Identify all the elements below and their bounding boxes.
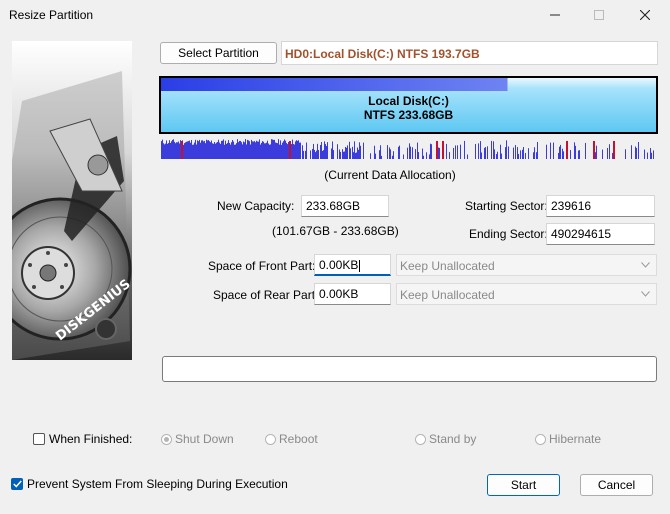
chevron-down-icon xyxy=(641,262,650,268)
start-label: Start xyxy=(510,478,537,492)
new-capacity-value: 233.68GB xyxy=(306,199,361,213)
prevent-sleep-box xyxy=(11,478,23,490)
when-finished-box xyxy=(33,433,45,445)
partition-path-text: HD0:Local Disk(C:) NTFS 193.7GB xyxy=(285,47,480,61)
select-partition-button[interactable]: Select Partition xyxy=(160,42,277,64)
partition-bar-name: Local Disk(C:) xyxy=(368,94,449,108)
radio-stand-by[interactable]: Stand by xyxy=(415,432,476,446)
radio-shut-down[interactable]: Shut Down xyxy=(161,432,234,446)
radio-label: Reboot xyxy=(279,432,318,446)
partition-bar-detail: NTFS 233.68GB xyxy=(363,108,454,122)
front-space-input[interactable]: 0.00KB xyxy=(314,254,391,276)
front-space-mode-value: Keep Unallocated xyxy=(400,259,495,273)
rear-space-mode-value: Keep Unallocated xyxy=(400,288,495,302)
rear-space-mode-select[interactable]: Keep Unallocated xyxy=(396,283,657,305)
allocation-caption: (Current Data Allocation) xyxy=(324,168,456,182)
when-finished-label: When Finished: xyxy=(49,432,133,446)
radio-label: Stand by xyxy=(429,432,477,446)
rear-space-label: Space of Rear Part: xyxy=(213,288,319,302)
radio-reboot[interactable]: Reboot xyxy=(265,432,318,446)
title-bar: Resize Partition xyxy=(0,0,670,30)
radio-circle xyxy=(415,433,426,445)
close-button[interactable] xyxy=(622,0,668,30)
capacity-range: (101.67GB - 233.68GB) xyxy=(272,224,399,238)
radio-hibernate[interactable]: Hibernate xyxy=(535,432,601,446)
when-finished-checkbox[interactable]: When Finished: xyxy=(33,432,132,446)
checkmark-icon xyxy=(12,480,22,488)
select-partition-label: Select Partition xyxy=(178,46,259,60)
prevent-sleep-label: Prevent System From Sleeping During Exec… xyxy=(27,477,288,491)
minimize-icon xyxy=(550,14,560,16)
rear-space-input[interactable]: 0.00KB xyxy=(314,283,391,305)
front-space-mode-select[interactable]: Keep Unallocated xyxy=(396,254,657,276)
close-icon xyxy=(640,10,650,20)
data-allocation-map xyxy=(161,139,654,159)
partition-bar[interactable]: Local Disk(C:) NTFS 233.68GB xyxy=(159,76,658,134)
radio-circle xyxy=(535,433,546,445)
new-capacity-input[interactable]: 233.68GB xyxy=(301,195,389,217)
radio-circle xyxy=(161,433,172,445)
front-space-label: Space of Front Part: xyxy=(208,259,316,273)
partition-path-field: HD0:Local Disk(C:) NTFS 193.7GB xyxy=(281,41,658,65)
start-button[interactable]: Start xyxy=(487,474,560,496)
ending-sector-input[interactable]: 490294615 xyxy=(546,223,655,245)
rear-space-value: 0.00KB xyxy=(319,287,359,301)
radio-circle xyxy=(265,433,276,445)
new-capacity-label: New Capacity: xyxy=(217,199,295,213)
window-title: Resize Partition xyxy=(9,8,94,22)
radio-label: Shut Down xyxy=(175,432,234,446)
prevent-sleep-checkbox[interactable]: Prevent System From Sleeping During Exec… xyxy=(11,477,288,491)
front-space-value: 0.00KB xyxy=(319,258,359,272)
maximize-button xyxy=(576,0,622,30)
chevron-down-icon xyxy=(641,291,650,297)
minimize-button[interactable] xyxy=(532,0,578,30)
cancel-label: Cancel xyxy=(597,478,636,492)
radio-label: Hibernate xyxy=(549,432,602,446)
progress-bar xyxy=(162,356,657,382)
partition-bar-label: Local Disk(C:) NTFS 233.68GB xyxy=(161,94,656,122)
text-caret xyxy=(359,259,361,272)
ending-sector-label: Ending Sector: xyxy=(469,227,548,241)
ending-sector-value: 490294615 xyxy=(551,227,612,241)
starting-sector-label: Starting Sector: xyxy=(465,199,548,213)
diskgenius-sidebar-image: DISKGENIUS xyxy=(12,41,132,360)
starting-sector-input[interactable]: 239616 xyxy=(546,195,655,217)
cancel-button[interactable]: Cancel xyxy=(580,474,653,496)
maximize-icon xyxy=(594,10,604,20)
hard-drive-illustration: DISKGENIUS xyxy=(12,41,132,360)
starting-sector-value: 239616 xyxy=(551,199,592,213)
